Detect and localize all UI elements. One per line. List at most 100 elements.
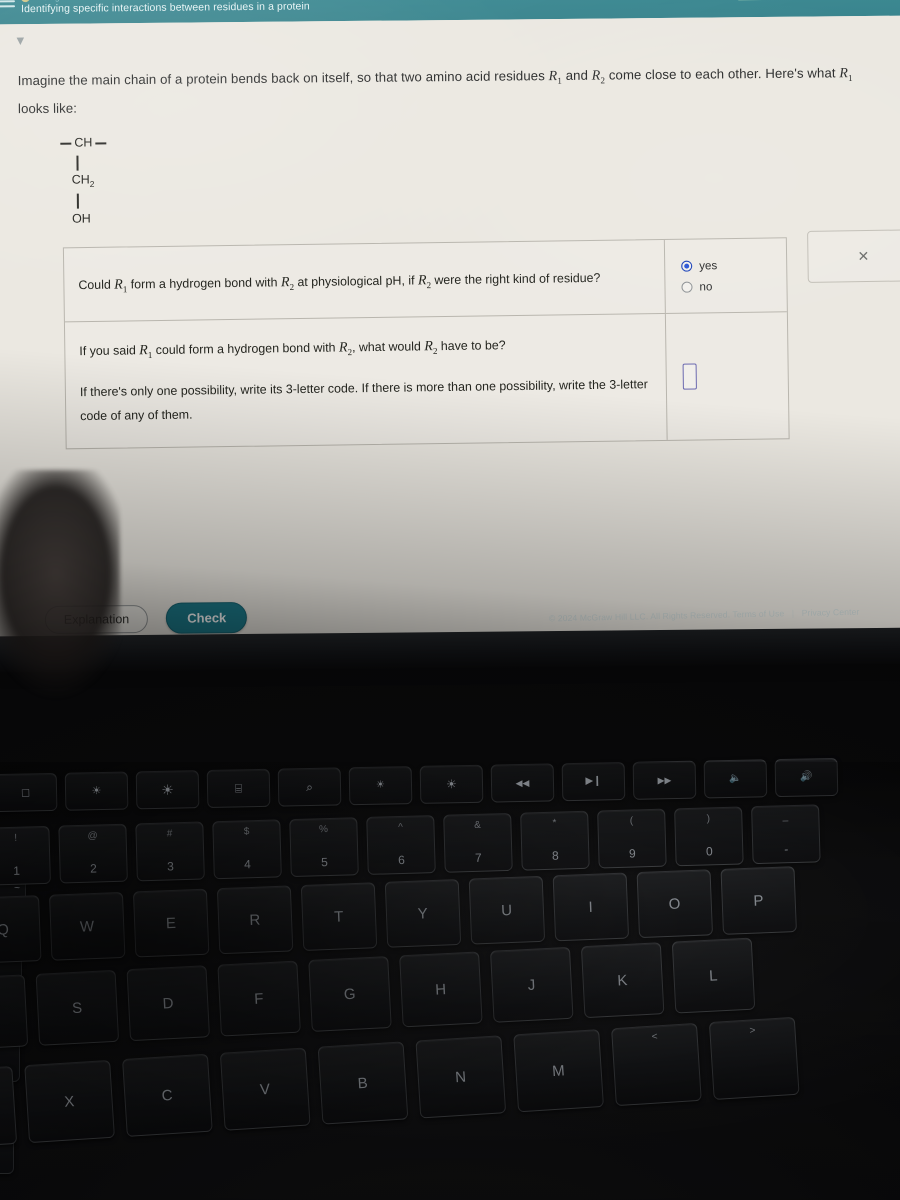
brightness-down-key[interactable]: ☀ <box>64 771 129 811</box>
vertical-bond-icon <box>76 155 79 171</box>
key-g[interactable]: G <box>308 956 392 1032</box>
key-m[interactable]: M <box>513 1029 604 1113</box>
key-u[interactable]: U <box>468 875 546 945</box>
bond-right-icon <box>95 142 107 145</box>
key-5[interactable]: % 5 <box>289 817 359 878</box>
key-3[interactable]: #3 <box>135 821 205 882</box>
radio-yes-icon[interactable] <box>681 260 693 272</box>
key-0[interactable]: ) 0 <box>674 806 744 867</box>
rewind-key[interactable]: ◀◀ <box>490 763 555 803</box>
key-period[interactable]: > <box>708 1016 800 1101</box>
footer-separator: | <box>791 608 795 619</box>
laptop-photo: Biological Macromolecules Identifying sp… <box>0 0 900 1200</box>
key-8[interactable]: * 8 <box>520 810 590 871</box>
chevron-down-icon[interactable]: ▾ <box>11 32 29 50</box>
radio-no-icon[interactable] <box>681 281 693 293</box>
header-titles: Biological Macromolecules Identifying sp… <box>20 0 736 16</box>
chemical-structure-diagram: CH CH2 OH <box>60 126 900 229</box>
math-var-r1: R1 <box>548 69 562 86</box>
q2-post: have to be? <box>437 338 506 354</box>
laptop-screen: Biological Macromolecules Identifying sp… <box>0 0 900 650</box>
question-2-line-1: If you said R1 could form a hydrogen bon… <box>79 331 649 366</box>
check-button[interactable]: Check <box>166 602 248 634</box>
question-2-answer-cell <box>664 312 789 440</box>
shadow-blob <box>0 470 120 730</box>
key-x[interactable]: X <box>24 1059 115 1144</box>
close-icon[interactable]: ✕ <box>857 247 869 264</box>
page-title: Identifying specific interactions betwee… <box>20 0 310 16</box>
key-comma[interactable]: < <box>611 1022 702 1107</box>
atom-ch: CH <box>74 135 93 151</box>
course-badge-icon <box>20 0 30 2</box>
key-i[interactable]: I <box>552 872 630 942</box>
q1-var-r2: R2 <box>280 275 295 292</box>
q1-pre: Could <box>78 277 115 293</box>
key-k[interactable]: K <box>580 942 665 1019</box>
key-9[interactable]: (9 <box>597 808 667 869</box>
q2-pre: If you said <box>79 343 140 359</box>
key-f[interactable]: F <box>217 960 301 1037</box>
radio-option-no[interactable]: no <box>681 279 786 293</box>
key-v[interactable]: V <box>219 1047 311 1131</box>
key-n[interactable]: N <box>415 1035 507 1119</box>
volume-down-key[interactable]: 🔈 <box>703 759 768 799</box>
key-2[interactable]: @2 <box>58 823 128 884</box>
answer-text-input[interactable] <box>682 363 697 390</box>
prompt-text: Imagine the main chain of a protein bend… <box>0 16 900 122</box>
q2-mid: could form a hydrogen bond with <box>152 340 340 358</box>
fast-forward-key[interactable]: ▶▶ <box>632 760 697 800</box>
key-l[interactable]: L <box>671 937 756 1014</box>
q1-var-r1: R1 <box>114 277 128 295</box>
brightness-up-key[interactable]: ☀ <box>135 770 200 810</box>
q2-var-r1: R1 <box>139 343 153 361</box>
privacy-center-link[interactable]: Privacy Center <box>802 607 860 618</box>
keyboard-backlight-up-key[interactable]: ☀ <box>419 764 484 804</box>
terms-of-use-link[interactable]: Terms of Use <box>732 608 784 619</box>
radio-no-label: no <box>699 279 713 294</box>
keyboard-backlight-down-key[interactable]: ☀ <box>348 766 413 806</box>
key-s[interactable]: S <box>35 969 120 1046</box>
key-y[interactable]: Y <box>384 878 462 948</box>
key-h[interactable]: H <box>399 951 483 1028</box>
spotlight-search-key[interactable]: ⌕ <box>277 767 342 807</box>
q1-mid: form a hydrogen bond with <box>127 275 281 292</box>
prompt-part-1: Imagine the main chain of a protein bend… <box>17 68 549 89</box>
play-pause-key[interactable]: ▶❙ <box>561 761 626 802</box>
key-c[interactable]: C <box>122 1053 213 1137</box>
atom-ch2: CH2 <box>71 172 95 190</box>
radio-option-yes[interactable]: yes <box>681 258 786 272</box>
q2-var-r2-b: R2 <box>424 339 438 357</box>
question-1-text: Could R1 form a hydrogen bond with R2 at… <box>64 240 665 322</box>
key-t[interactable]: T <box>300 882 378 952</box>
key-1[interactable]: ! 1 <box>0 825 51 886</box>
mission-control-key[interactable]: ⌸ <box>206 768 271 809</box>
key-minus[interactable]: _ - <box>751 804 821 865</box>
close-panel[interactable]: ✕ <box>807 229 900 283</box>
key-7[interactable]: & 7 <box>443 812 513 873</box>
screen-content: Biological Macromolecules Identifying sp… <box>0 0 900 639</box>
key-j[interactable]: J <box>489 946 574 1023</box>
footer-legal: © 2024 McGraw Hill LLC. All Rights Reser… <box>549 605 900 624</box>
key-q[interactable]: Q <box>0 895 42 964</box>
bond-left-icon <box>60 143 72 145</box>
key-w[interactable]: W <box>48 891 126 961</box>
key-p[interactable]: P <box>720 866 797 935</box>
volume-up-key[interactable]: 🔊 <box>774 757 839 798</box>
key-a[interactable]: A <box>0 974 29 1051</box>
q1-var-r2-b: R2 <box>417 273 432 291</box>
keyboard-function-row: □ ☀ ☀ ⌸ ⌕ ☀ ☀ ◀◀ ▶❙ ▶▶ 🔈 🔊 <box>0 757 839 813</box>
display-toggle-key[interactable]: □ <box>0 772 58 813</box>
q2-mid-2: , what would <box>351 339 425 355</box>
prompt-part-4: looks like: <box>17 100 78 116</box>
key-4[interactable]: $4 <box>212 819 282 880</box>
key-e[interactable]: E <box>132 888 210 958</box>
key-b[interactable]: B <box>317 1041 409 1125</box>
key-d[interactable]: D <box>126 965 211 1042</box>
key-r[interactable]: R <box>216 885 294 955</box>
key-6[interactable]: ^ 6 <box>366 815 436 875</box>
key-z[interactable]: Z <box>0 1065 18 1150</box>
key-o[interactable]: O <box>636 869 714 939</box>
table-row-question-1: Could R1 form a hydrogen bond with R2 at… <box>63 238 787 323</box>
hamburger-icon[interactable] <box>0 0 21 8</box>
vertical-bond-icon-2 <box>76 193 79 209</box>
